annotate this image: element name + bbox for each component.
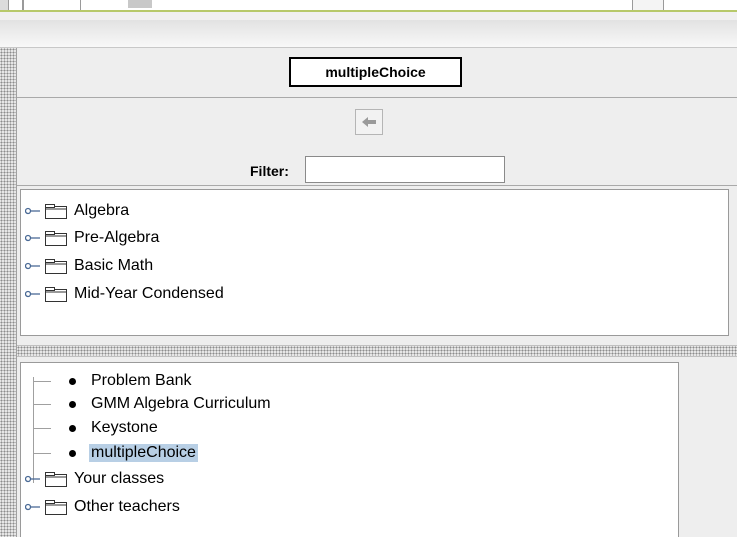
bullet-icon bbox=[69, 377, 76, 385]
toolbar-band bbox=[0, 20, 737, 48]
tree-item-your-classes[interactable]: Your classes bbox=[25, 468, 166, 490]
tree-item-keystone[interactable]: Keystone bbox=[33, 417, 160, 439]
back-button[interactable] bbox=[355, 109, 383, 135]
expand-handle-icon[interactable] bbox=[25, 502, 41, 512]
bullet-icon bbox=[69, 400, 76, 408]
bullet-icon bbox=[69, 424, 76, 432]
expand-handle-icon[interactable] bbox=[25, 233, 41, 243]
nav-row: Filter: bbox=[17, 99, 737, 186]
main-panel: multipleChoice Filter: Algebra Pre-Algeb… bbox=[17, 48, 737, 537]
filter-input[interactable] bbox=[305, 156, 505, 183]
page-title: multipleChoice bbox=[289, 57, 462, 87]
expand-handle-icon[interactable] bbox=[25, 206, 41, 216]
tree-item-label: GMM Algebra Curriculum bbox=[91, 395, 271, 412]
folder-icon bbox=[45, 471, 67, 487]
tree-item-algebra[interactable]: Algebra bbox=[25, 200, 131, 222]
folder-icon bbox=[45, 230, 67, 246]
tree-item-other-teachers[interactable]: Other teachers bbox=[25, 496, 182, 518]
folder-icon bbox=[45, 258, 67, 274]
previous-window-edge bbox=[0, 0, 737, 20]
title-row: multipleChoice bbox=[17, 48, 737, 98]
folder-icon bbox=[45, 499, 67, 515]
tree-item-problem-bank[interactable]: Problem Bank bbox=[33, 370, 194, 392]
curriculum-tree: Algebra Pre-Algebra Basic Math Mid-Year … bbox=[20, 189, 729, 336]
horizontal-splitter[interactable] bbox=[17, 345, 737, 357]
expand-handle-icon[interactable] bbox=[25, 474, 41, 484]
back-arrow-icon bbox=[362, 117, 376, 127]
tree-item-label: Algebra bbox=[74, 202, 130, 219]
tree-side-panel bbox=[679, 362, 737, 537]
folder-icon bbox=[45, 203, 67, 219]
tree-item-label: Your classes bbox=[74, 470, 165, 487]
tree-item-label: Problem Bank bbox=[91, 372, 192, 389]
tree-item-label: Keystone bbox=[91, 419, 158, 436]
tree-item-basic-math[interactable]: Basic Math bbox=[25, 255, 155, 277]
expand-handle-icon[interactable] bbox=[25, 261, 41, 271]
tree-item-label: Other teachers bbox=[74, 498, 180, 515]
tree-item-multiplechoice[interactable]: multipleChoice bbox=[33, 442, 198, 464]
tree-item-label: Mid-Year Condensed bbox=[74, 285, 224, 302]
tree-item-label: Pre-Algebra bbox=[74, 229, 160, 246]
tree-item-label: Basic Math bbox=[74, 257, 154, 274]
tree-item-gmm-algebra-curriculum[interactable]: GMM Algebra Curriculum bbox=[33, 393, 273, 415]
tree-item-pre-algebra[interactable]: Pre-Algebra bbox=[25, 227, 161, 249]
expand-handle-icon[interactable] bbox=[25, 289, 41, 299]
folder-icon bbox=[45, 286, 67, 302]
tree-item-label: multipleChoice bbox=[89, 444, 198, 462]
vertical-splitter[interactable] bbox=[0, 48, 17, 537]
navigation-tree: Problem Bank GMM Algebra Curriculum Keys… bbox=[20, 362, 679, 537]
tree-item-mid-year-condensed[interactable]: Mid-Year Condensed bbox=[25, 283, 226, 305]
filter-label: Filter: bbox=[250, 163, 289, 179]
bullet-icon bbox=[69, 449, 76, 457]
